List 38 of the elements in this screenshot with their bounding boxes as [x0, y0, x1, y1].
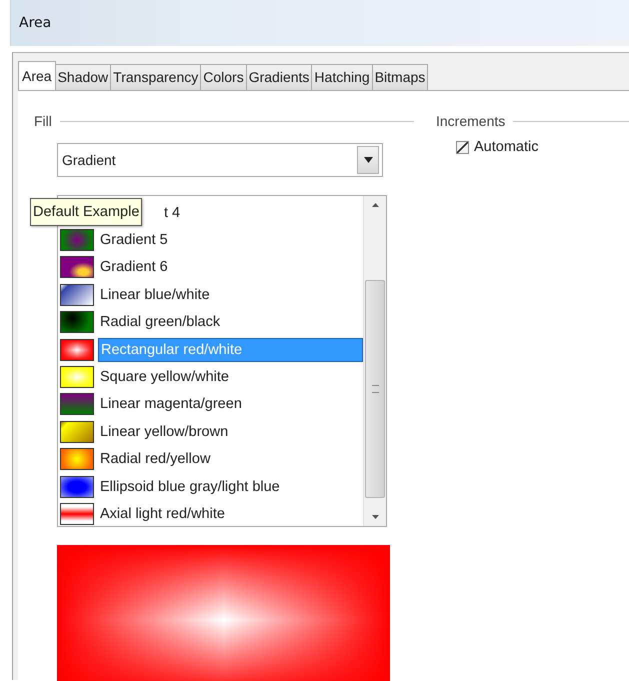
gradient-swatch-icon: [60, 502, 94, 525]
list-item[interactable]: Gradient 5: [98, 229, 170, 252]
group-label: Fill: [34, 113, 53, 129]
tab[interactable]: Hatching: [311, 64, 373, 90]
list-item[interactable]: Gradient 6: [98, 256, 170, 278]
list-item[interactable]: Linear yellow/brown: [98, 420, 230, 443]
gradient-swatch-icon: [60, 338, 94, 361]
list-item[interactable]: t 4: [162, 202, 182, 224]
gradient-swatch-icon: [60, 393, 94, 416]
list-item[interactable]: Radial green/black: [98, 311, 222, 334]
gradient-swatch-icon: [60, 311, 94, 334]
list-item[interactable]: Linear magenta/green: [98, 393, 244, 416]
gradient-swatch-icon: [60, 448, 94, 470]
window-title: Area: [19, 15, 52, 31]
list-item[interactable]: Radial red/yellow: [98, 448, 212, 470]
tab[interactable]: Bitmaps: [372, 64, 428, 90]
scroll-thumb[interactable]: [365, 280, 385, 498]
list-item[interactable]: Linear blue/white: [98, 284, 212, 306]
gradient-swatch-icon: [60, 256, 94, 278]
group-label: Increments: [436, 113, 506, 129]
tooltip: Default Example: [30, 198, 142, 226]
tab[interactable]: Gradients: [246, 64, 312, 90]
list-item[interactable]: Axial light red/white: [98, 502, 227, 525]
scrollbar[interactable]: [363, 196, 386, 526]
gradient-swatch-icon: [60, 366, 94, 388]
checkbox-label[interactable]: Automatic: [474, 139, 538, 155]
gradient-swatch-icon: [60, 284, 94, 306]
list-item[interactable]: Square yellow/white: [98, 366, 231, 388]
fill-dropdown[interactable]: Gradient: [57, 143, 383, 177]
checkbox[interactable]: [456, 140, 469, 154]
tab[interactable]: Area: [18, 61, 56, 90]
tab[interactable]: Colors: [200, 64, 247, 90]
list-item[interactable]: Ellipsoid blue gray/light blue: [98, 476, 282, 498]
tab[interactable]: Transparency: [110, 64, 202, 90]
gradient-swatch-icon: [60, 229, 94, 252]
gradient-swatch-icon: [60, 476, 94, 498]
tab[interactable]: Shadow: [54, 64, 112, 90]
gradient-swatch-icon: [60, 420, 94, 443]
